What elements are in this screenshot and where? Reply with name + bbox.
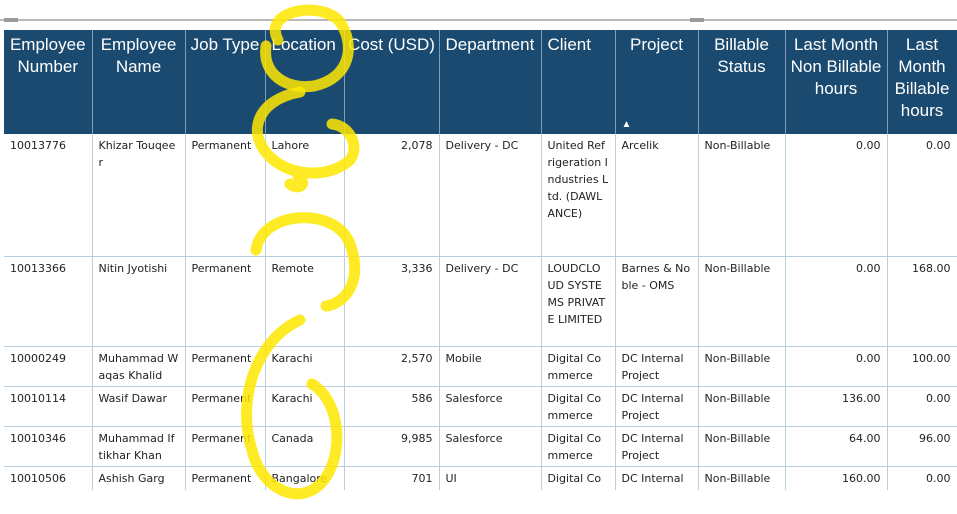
cell-employee-number: 10000249	[4, 346, 93, 387]
table-row[interactable]: 10013776 Khizar Touqeer Permanent Lahore…	[4, 134, 957, 257]
cell-project: DC Internal Project	[615, 426, 699, 467]
cell-job-type: Permanent	[185, 346, 266, 387]
header-row: Employee Number Employee Name Job Type L…	[4, 30, 957, 134]
cell-location: Canada	[265, 426, 345, 467]
cell-employee-name: Muhammad Waqas Khalid	[92, 346, 186, 387]
header-client[interactable]: Client	[541, 30, 616, 134]
cell-billable-status: Non-Billable	[698, 426, 786, 467]
cell-department: Mobile	[439, 346, 542, 387]
cell-department: Delivery - DC	[439, 256, 542, 347]
cell-project: Barnes & Noble - OMS	[615, 256, 699, 347]
resize-grip-right[interactable]	[690, 18, 704, 22]
cell-billable-hours: 168.00	[887, 256, 957, 347]
cell-employee-number: 10013776	[4, 134, 93, 257]
employee-table: Employee Number Employee Name Job Type L…	[4, 30, 957, 490]
cell-billable-hours: 0.00	[887, 466, 957, 490]
cell-non-billable-hours: 0.00	[785, 134, 888, 257]
cell-project: DC Internal Project	[615, 386, 699, 427]
cell-billable-hours: 96.00	[887, 426, 957, 467]
cell-employee-number: 10013366	[4, 256, 93, 347]
cell-billable-status: Non-Billable	[698, 256, 786, 347]
cell-billable-status: Non-Billable	[698, 346, 786, 387]
cell-department: UI	[439, 466, 542, 490]
cell-non-billable-hours: 64.00	[785, 426, 888, 467]
cell-location: Lahore	[265, 134, 345, 257]
cell-client: Digital Commerce	[541, 426, 616, 467]
header-location[interactable]: Location	[265, 30, 345, 134]
cell-billable-hours: 0.00	[887, 386, 957, 427]
divider-line	[0, 19, 957, 21]
table-row[interactable]: 10000249 Muhammad Waqas Khalid Permanent…	[4, 346, 957, 387]
cell-department: Salesforce	[439, 426, 542, 467]
table-row[interactable]: 10010114 Wasif Dawar Permanent Karachi 5…	[4, 386, 957, 427]
header-employee-name[interactable]: Employee Name	[92, 30, 186, 134]
cell-employee-name: Nitin Jyotishi	[92, 256, 186, 347]
cell-job-type: Permanent	[185, 134, 266, 257]
cell-job-type: Permanent	[185, 386, 266, 427]
table-row[interactable]: 10010346 Muhammad Iftikhar Khan Permanen…	[4, 426, 957, 467]
header-last-month-non-billable-hours[interactable]: Last Month Non Billable hours	[785, 30, 888, 134]
cell-project: DC Internal Project	[615, 466, 699, 490]
header-last-month-billable-hours[interactable]: Last Month Billable hours	[887, 30, 957, 134]
cell-cost: 701	[344, 466, 440, 490]
cell-billable-status: Non-Billable	[698, 386, 786, 427]
cell-project: Arcelik	[615, 134, 699, 257]
cell-employee-name: Khizar Touqeer	[92, 134, 186, 257]
cell-project: DC Internal Project	[615, 346, 699, 387]
cell-cost: 3,336	[344, 256, 440, 347]
cell-employee-number: 10010506	[4, 466, 93, 490]
cell-client: United Refrigeration Industries Ltd. (DA…	[541, 134, 616, 257]
cell-cost: 2,570	[344, 346, 440, 387]
cell-billable-hours: 0.00	[887, 134, 957, 257]
top-divider	[0, 18, 957, 22]
cell-client: Digital Commerce	[541, 466, 616, 490]
cell-billable-status: Non-Billable	[698, 134, 786, 257]
cell-billable-hours: 100.00	[887, 346, 957, 387]
header-project[interactable]: Project ▲	[615, 30, 699, 134]
cell-job-type: Permanent	[185, 426, 266, 467]
header-employee-number[interactable]: Employee Number	[4, 30, 93, 134]
cell-department: Delivery - DC	[439, 134, 542, 257]
cell-client: Digital Commerce	[541, 346, 616, 387]
cell-location: Bangalore	[265, 466, 345, 490]
cell-cost: 586	[344, 386, 440, 427]
cell-non-billable-hours: 0.00	[785, 256, 888, 347]
employee-table-container[interactable]: Employee Number Employee Name Job Type L…	[4, 30, 957, 490]
cell-location: Remote	[265, 256, 345, 347]
cell-employee-name: Wasif Dawar	[92, 386, 186, 427]
header-job-type[interactable]: Job Type	[185, 30, 266, 134]
table-row[interactable]: 10010506 Ashish Garg Permanent Bangalore…	[4, 466, 957, 490]
cell-billable-status: Non-Billable	[698, 466, 786, 490]
cell-non-billable-hours: 0.00	[785, 346, 888, 387]
cell-non-billable-hours: 160.00	[785, 466, 888, 490]
header-billable-status[interactable]: Billable Status	[698, 30, 786, 134]
cell-cost: 9,985	[344, 426, 440, 467]
cell-employee-name: Muhammad Iftikhar Khan	[92, 426, 186, 467]
cell-location: Karachi	[265, 346, 345, 387]
cell-department: Salesforce	[439, 386, 542, 427]
cell-location: Karachi	[265, 386, 345, 427]
cell-employee-name: Ashish Garg	[92, 466, 186, 490]
cell-employee-number: 10010114	[4, 386, 93, 427]
cell-client: LOUDCLOUD SYSTEMS PRIVATE LIMITED	[541, 256, 616, 347]
cell-job-type: Permanent	[185, 466, 266, 490]
table-row[interactable]: 10013366 Nitin Jyotishi Permanent Remote…	[4, 256, 957, 347]
cell-cost: 2,078	[344, 134, 440, 257]
cell-employee-number: 10010346	[4, 426, 93, 467]
header-cost[interactable]: Cost (USD)	[344, 30, 440, 134]
resize-grip-left[interactable]	[4, 18, 18, 22]
cell-job-type: Permanent	[185, 256, 266, 347]
header-department[interactable]: Department	[439, 30, 542, 134]
sort-ascending-icon[interactable]: ▲	[622, 120, 632, 130]
cell-non-billable-hours: 136.00	[785, 386, 888, 427]
cell-client: Digital Commerce	[541, 386, 616, 427]
